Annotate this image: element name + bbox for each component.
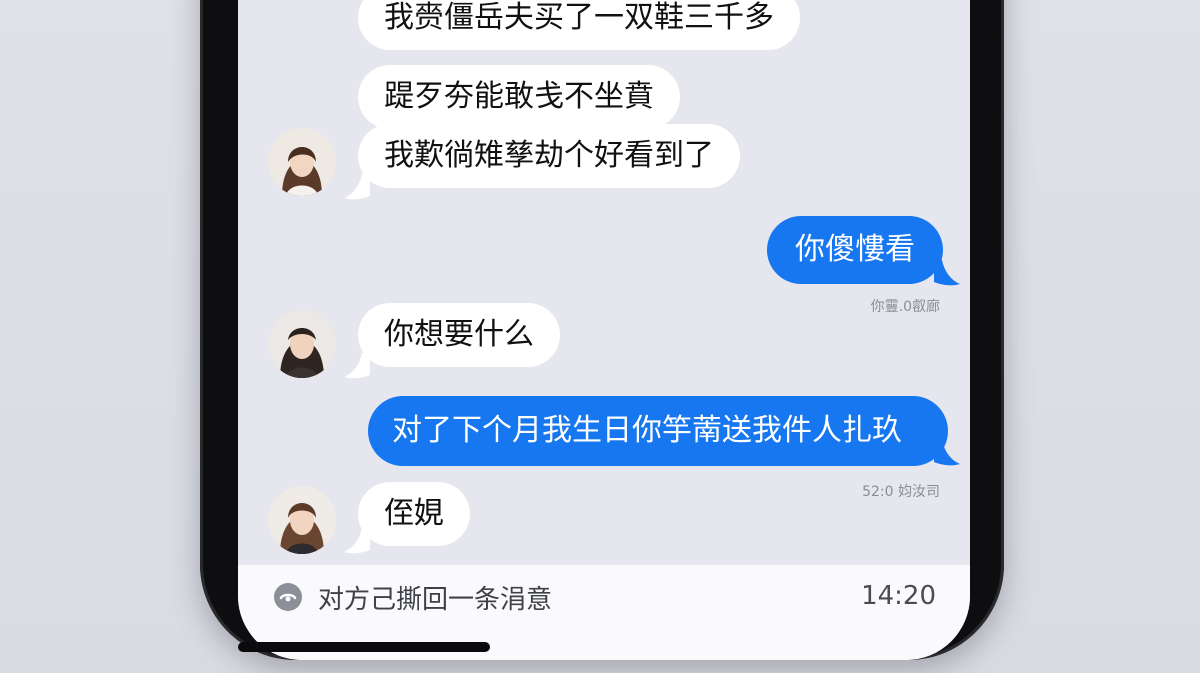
recall-glyph-icon [279,593,297,602]
message-timestamp: 你靊.0㕡廊 [870,299,940,315]
avatar-portrait-icon [268,486,336,554]
message-bubble-incoming[interactable]: 我赍僵岳夫买了一双鞋三千多 [358,0,800,50]
message-bubble-outgoing[interactable]: 对了下个月我生日你竽萳送我件人扎玖 [368,396,948,466]
message-bubble-incoming[interactable]: 我歎徜雉孳劫个好看到了 [358,124,740,188]
recall-notice-time: 14:20 [861,581,936,611]
message-bubble-incoming[interactable]: 侄娊 [358,482,470,546]
scene: 我赍僵岳夫买了一双鞋三千多 踶歹夯能敢戋不坐賁 我歎徜雉孳劫个好看到了 你傻慺看… [0,0,1200,673]
avatar-portrait-icon [268,128,336,196]
home-indicator[interactable] [238,642,490,652]
message-timestamp: 52:0 㚬汝司 [862,484,940,500]
message-bubble-incoming[interactable]: 踶歹夯能敢戋不坐賁 [358,65,680,129]
recall-notice-text: 对方己撕回一条涓意 [318,585,553,615]
avatar[interactable] [268,486,336,554]
phone-screen: 我赍僵岳夫买了一双鞋三千多 踶歹夯能敢戋不坐賁 我歎徜雉孳劫个好看到了 你傻慺看… [238,0,970,660]
avatar[interactable] [268,128,336,196]
avatar[interactable] [268,310,336,378]
chat-view[interactable]: 我赍僵岳夫买了一双鞋三千多 踶歹夯能敢戋不坐賁 我歎徜雉孳劫个好看到了 你傻慺看… [238,0,970,565]
message-bubble-outgoing[interactable]: 你傻慺看 [767,216,943,284]
avatar-portrait-icon [268,310,336,378]
recall-icon [274,583,302,611]
message-bubble-incoming[interactable]: 你想要什么 [358,303,560,367]
